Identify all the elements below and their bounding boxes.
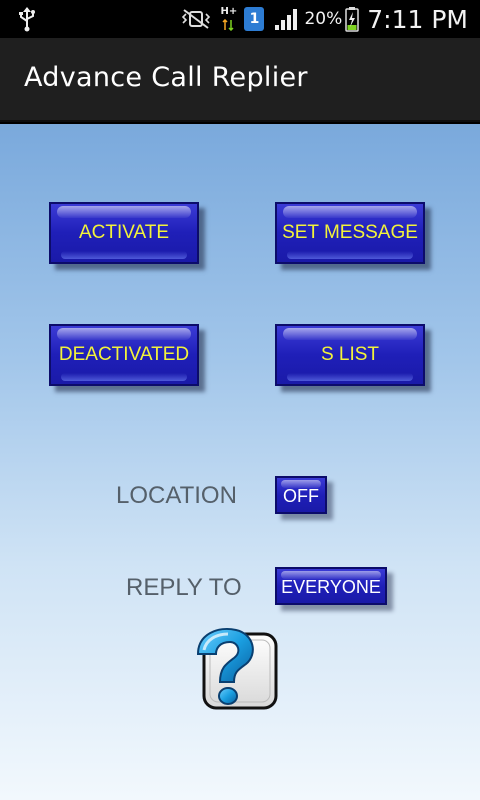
signal-icon xyxy=(275,9,298,30)
vibrate-mute-icon xyxy=(182,9,211,29)
usb-icon xyxy=(19,7,35,32)
location-toggle-value: OFF xyxy=(283,486,319,507)
battery-percent: 20% xyxy=(304,9,343,29)
activate-button-label: ACTIVATE xyxy=(78,222,170,243)
activate-button[interactable]: ACTIVATE xyxy=(49,202,199,264)
s-list-button[interactable]: S LIST xyxy=(275,324,425,386)
reply-to-label: REPLY TO xyxy=(126,574,242,601)
set-message-button-label: SET MESSAGE xyxy=(282,222,418,243)
clock: 7:11 PM xyxy=(367,4,468,34)
main-content: ACTIVATE SET MESSAGE DEACTIVATED S LIST … xyxy=(0,124,480,800)
help-question-icon[interactable] xyxy=(192,624,282,714)
deactivated-button[interactable]: DEACTIVATED xyxy=(49,324,199,386)
battery-charging-icon xyxy=(345,7,360,32)
network-type-icon: H+ xyxy=(220,6,237,32)
status-bar: H+ 1 20% 7:11 PM xyxy=(0,0,480,38)
s-list-button-label: S LIST xyxy=(320,344,380,365)
location-label: LOCATION xyxy=(116,482,237,509)
location-toggle-button[interactable]: OFF xyxy=(275,476,327,514)
action-bar: Advance Call Replier xyxy=(0,38,480,122)
deactivated-button-label: DEACTIVATED xyxy=(58,344,190,365)
app-title: Advance Call Replier xyxy=(24,62,308,93)
sim-icon: 1 xyxy=(244,7,265,31)
set-message-button[interactable]: SET MESSAGE xyxy=(275,202,425,264)
reply-to-button[interactable]: EVERYONE xyxy=(275,567,387,605)
reply-to-value: EVERYONE xyxy=(281,577,381,598)
